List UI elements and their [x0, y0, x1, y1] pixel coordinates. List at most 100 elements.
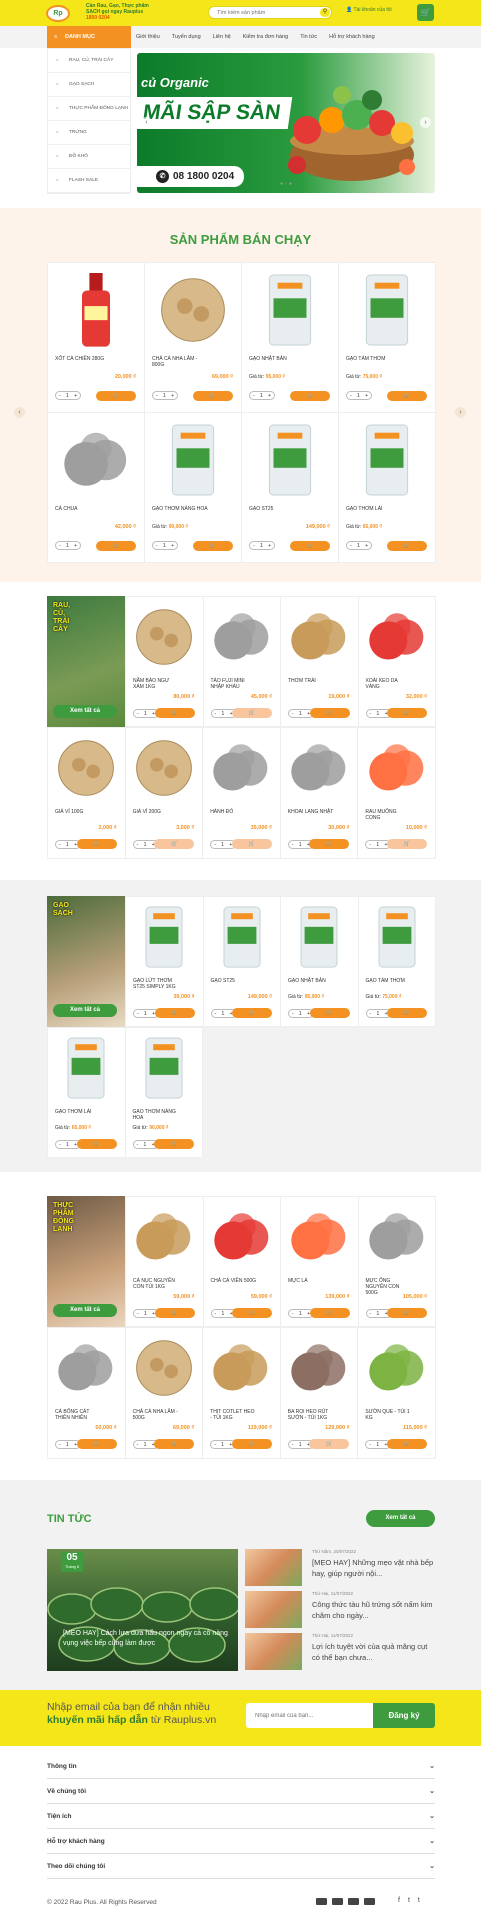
- product-image[interactable]: [152, 421, 235, 499]
- product-name[interactable]: BA RỌI HEO RÚT SƯỜN - TÚI 1KG: [288, 1409, 334, 1421]
- add-to-cart-button[interactable]: 🛒: [232, 1008, 272, 1019]
- chevron-down-icon[interactable]: ⌄: [429, 1830, 435, 1854]
- quantity-value[interactable]: 1: [376, 1441, 379, 1448]
- bestseller-next-arrow[interactable]: ›: [455, 407, 466, 418]
- view-all-button[interactable]: Xem tất cả: [53, 1004, 117, 1017]
- product-image[interactable]: [361, 603, 433, 671]
- site-logo[interactable]: Rp: [46, 5, 70, 22]
- footer-section-0[interactable]: Thông tin ⌄: [47, 1755, 435, 1779]
- quantity-value[interactable]: 1: [221, 1010, 224, 1017]
- minus-icon[interactable]: -: [59, 841, 61, 848]
- view-all-button[interactable]: Xem tất cả: [53, 705, 117, 718]
- product-name[interactable]: CÀ CHUA: [55, 506, 113, 512]
- product-card[interactable]: KHOAI LANG NHẬT 30,000 ₫ -1 + 🛒: [280, 728, 358, 858]
- product-image[interactable]: [55, 421, 138, 499]
- add-to-cart-button[interactable]: 🛒: [76, 1139, 117, 1150]
- add-to-cart-button[interactable]: 🛒: [387, 1008, 427, 1019]
- product-name[interactable]: CÁ BỐNG CÁT THIÊN NHIÊN: [55, 1409, 101, 1421]
- minus-icon[interactable]: -: [253, 392, 255, 399]
- product-card[interactable]: MỰC ỐNG NGUYÊN CON 500G 105,000 ₫ -1 + 🛒: [358, 1197, 435, 1326]
- search-input[interactable]: [209, 7, 309, 18]
- quantity-stepper[interactable]: -1 +: [249, 391, 275, 401]
- category-banner-rice[interactable]: GẠO SẠCH Xem tất cả: [47, 896, 125, 1027]
- product-name[interactable]: GẠO THƠM NÀNG HOA: [152, 506, 210, 512]
- product-image[interactable]: [283, 903, 355, 971]
- product-image[interactable]: [128, 1203, 200, 1271]
- product-card[interactable]: XỐT CÀ CHIÊN 280G 20,000 ₫ -1 + 🛒: [48, 263, 144, 412]
- plus-icon[interactable]: +: [171, 542, 174, 549]
- add-to-cart-button[interactable]: 🛒: [386, 1439, 427, 1450]
- plus-icon[interactable]: +: [268, 542, 271, 549]
- plus-icon[interactable]: +: [74, 392, 77, 399]
- product-name[interactable]: RAU MUỐNG CỌNG: [365, 809, 411, 821]
- add-to-cart-button[interactable]: 🛒: [96, 540, 136, 551]
- minus-icon[interactable]: -: [156, 392, 158, 399]
- product-image[interactable]: [206, 603, 278, 671]
- add-to-cart-button[interactable]: 🛒: [309, 1308, 350, 1319]
- product-image[interactable]: [50, 1034, 122, 1102]
- quantity-value[interactable]: 1: [221, 710, 224, 717]
- product-name[interactable]: CÁ NỤC NGUYÊN CON TÚI 1KG: [133, 1278, 179, 1290]
- minus-icon[interactable]: -: [214, 841, 216, 848]
- quantity-value[interactable]: 1: [299, 841, 302, 848]
- plus-icon[interactable]: +: [365, 392, 368, 399]
- add-to-cart-button[interactable]: 🛒: [231, 839, 272, 850]
- product-image[interactable]: [283, 734, 355, 802]
- search-icon[interactable]: ⚲: [320, 8, 330, 17]
- tumblr-icon[interactable]: t: [418, 1897, 420, 1904]
- chevron-down-icon[interactable]: ⌄: [429, 1805, 435, 1829]
- product-card[interactable]: CÀ CHUA 42,000 ₫ -1 + 🛒: [48, 413, 144, 562]
- add-to-cart-button[interactable]: 🛒: [290, 540, 330, 551]
- product-image[interactable]: [50, 734, 122, 802]
- product-card[interactable]: TÁO FUJI MINI NHẬP KHẨU 45,000 ₫ -1 + 🛒: [203, 597, 280, 726]
- product-card[interactable]: GẠO THƠM LÀI Giá từ: 65,000 ₫ -1 + 🛒: [339, 413, 435, 562]
- product-name[interactable]: CHẢ CÁ VIÊN 500G: [211, 1278, 257, 1284]
- add-to-cart-button[interactable]: 🛒: [290, 390, 330, 401]
- product-image[interactable]: [55, 271, 138, 349]
- chevron-down-icon[interactable]: ⌄: [429, 1780, 435, 1804]
- plus-icon[interactable]: +: [171, 392, 174, 399]
- quantity-value[interactable]: 1: [299, 710, 302, 717]
- product-image[interactable]: [361, 1334, 433, 1402]
- minus-icon[interactable]: -: [292, 710, 294, 717]
- plus-icon[interactable]: +: [74, 542, 77, 549]
- product-image[interactable]: [128, 903, 200, 971]
- quantity-value[interactable]: 1: [144, 1310, 147, 1317]
- product-image[interactable]: [205, 1334, 277, 1402]
- sidebar-item-1[interactable]: GẠO SẠCH: [48, 73, 130, 97]
- product-name[interactable]: CHẢ CÁ NHA LÂM - 500G: [133, 1409, 179, 1421]
- minus-icon[interactable]: -: [253, 542, 255, 549]
- cart-button[interactable]: 🛒: [417, 4, 434, 21]
- product-name[interactable]: THƠM TRÁI: [288, 678, 334, 684]
- news-thumbnail[interactable]: [245, 1591, 302, 1628]
- product-card[interactable]: CÁ BỐNG CÁT THIÊN NHIÊN 50,000 ₫ -1 + 🛒: [48, 1328, 125, 1458]
- product-name[interactable]: HÀNH ĐỎ: [210, 809, 256, 815]
- product-name[interactable]: GẠO THƠM LÀI: [346, 506, 404, 512]
- minus-icon[interactable]: -: [137, 1441, 139, 1448]
- minus-icon[interactable]: -: [292, 1441, 294, 1448]
- product-card[interactable]: SƯỜN QUE - TÚI 1 KG 115,000 ₫ -1 + 🛒: [358, 1328, 435, 1458]
- product-card[interactable]: GIÁ VỈ 100G 2,000 ₫ -1 + 🛒: [48, 728, 125, 858]
- minus-icon[interactable]: -: [156, 542, 158, 549]
- product-name[interactable]: GẠO NHẬT BẢN: [249, 356, 307, 362]
- quantity-value[interactable]: 1: [357, 392, 360, 399]
- sidebar-item-0[interactable]: RAU, CỦ, TRÁI CÂY: [48, 49, 130, 73]
- product-card[interactable]: XOÀI KEO DA VÀNG 32,000 ₫ -1 + 🛒: [358, 597, 435, 726]
- product-name[interactable]: MỰC LÁ: [288, 1278, 334, 1284]
- product-card[interactable]: GẠO NHẬT BẢN Giá từ: 95,000 ₫ -1 + 🛒: [281, 897, 358, 1026]
- quantity-stepper[interactable]: -1 +: [152, 391, 178, 401]
- product-image[interactable]: [283, 603, 355, 671]
- slogan-phone[interactable]: 1800 0204: [86, 15, 162, 21]
- news-item-title[interactable]: [MẸO HAY] Những mẹo vặt nhà bếp hay, giú…: [312, 1557, 435, 1579]
- footer-section-2[interactable]: Tiện ích ⌄: [47, 1805, 435, 1829]
- news-item-title[interactable]: Lợi ích tuyệt vời của quả măng cụt có th…: [312, 1641, 435, 1663]
- quantity-value[interactable]: 1: [163, 392, 166, 399]
- minus-icon[interactable]: -: [59, 1141, 61, 1148]
- add-to-cart-button[interactable]: 🛒: [193, 540, 233, 551]
- product-image[interactable]: [128, 734, 200, 802]
- nav-link-0[interactable]: Giới thiệu: [136, 34, 160, 40]
- product-card[interactable]: GẠO THƠM NÀNG HOA Giá từ: 90,000 ₫ -1 + 🛒: [125, 1028, 202, 1157]
- quantity-value[interactable]: 1: [66, 1141, 69, 1148]
- minus-icon[interactable]: -: [215, 1010, 217, 1017]
- product-image[interactable]: [128, 1034, 200, 1102]
